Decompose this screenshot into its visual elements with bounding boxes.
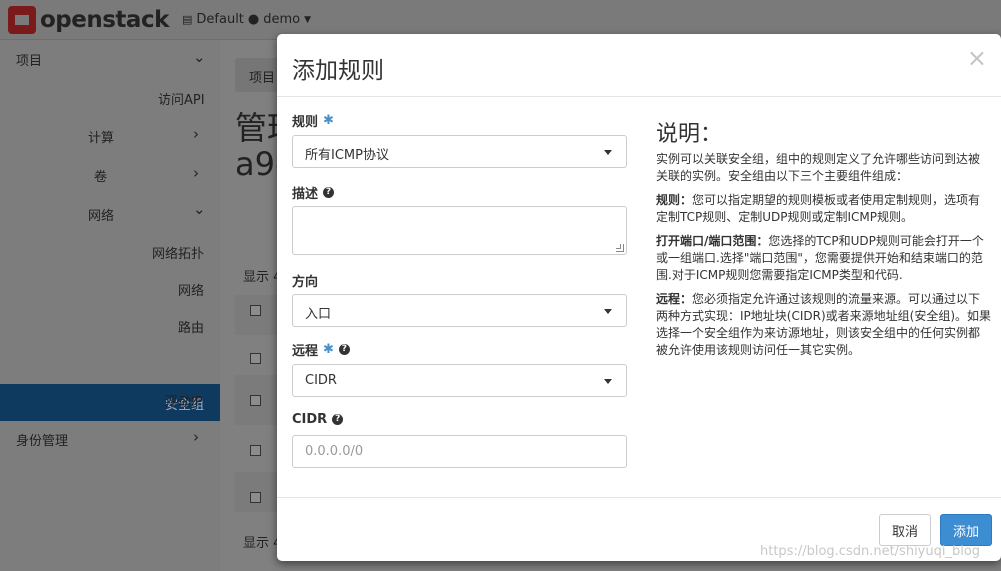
help-remote-text: 您必须指定允许通过该规则的流量来源。可以通过以下两种方式实现：IP地址块(CID… — [656, 292, 992, 357]
watermark-text: https://blog.csdn.net/shiyuqi_blog — [760, 544, 981, 559]
project-name: demo — [263, 12, 301, 27]
row-checkbox[interactable] — [250, 395, 261, 406]
table-count-top: 显示 4 — [243, 270, 282, 285]
add-rule-modal: 添加规则 × 规则 ✱ 所有ICMP协议 描述 ? 方向 入口 远程 ✱ ? C… — [277, 34, 1001, 561]
sidebar-item-compute[interactable]: 计算 — [88, 127, 114, 146]
sidebar-item-networks[interactable]: 网络 — [178, 280, 204, 299]
caret-down-icon: ▼ — [304, 14, 312, 25]
direction-select-value: 入口 — [305, 307, 332, 322]
description-label-text: 描述 — [292, 187, 319, 202]
direction-field-label: 方向 — [292, 271, 318, 290]
dropdown-arrow-icon — [604, 309, 612, 314]
help-remote-paragraph: 远程：您必须指定允许通过该规则的流量来源。可以通过以下两种方式实现：IP地址块(… — [656, 291, 991, 359]
remote-field-label: 远程 ✱ ? — [292, 340, 350, 359]
sidebar-item-volumes[interactable]: 卷 — [94, 166, 107, 185]
dropdown-arrow-icon — [604, 150, 612, 155]
help-port-term: 打开端口/端口范围： — [656, 234, 769, 248]
remote-select[interactable]: CIDR — [292, 364, 627, 397]
help-rule-term: 规则： — [656, 193, 693, 207]
help-heading: 说明： — [656, 122, 723, 147]
description-textarea[interactable] — [292, 206, 627, 255]
cidr-field-label: CIDR ? — [292, 412, 344, 427]
direction-label-text: 方向 — [292, 275, 319, 290]
chevron-down-icon: ⌄ — [193, 48, 206, 66]
openstack-logo[interactable]: openstack — [8, 6, 169, 34]
cidr-label-text: CIDR — [292, 412, 328, 427]
row-checkbox[interactable] — [250, 353, 261, 364]
chevron-right-icon: › — [193, 125, 199, 143]
required-asterisk-icon: ✱ — [323, 342, 334, 357]
required-asterisk-icon: ✱ — [323, 113, 334, 128]
close-icon[interactable]: × — [967, 44, 987, 72]
help-question-icon[interactable]: ? — [323, 187, 335, 198]
select-all-checkbox[interactable] — [250, 305, 261, 316]
direction-select[interactable]: 入口 — [292, 294, 627, 327]
domain-name: Default — [196, 12, 244, 27]
help-rule-text: 您可以指定期望的规则模板或者使用定制规则，选项有定制TCP规则、定制UDP规则或… — [656, 193, 981, 224]
row-checkbox[interactable] — [250, 492, 261, 503]
rule-select-value: 所有ICMP协议 — [305, 148, 389, 163]
add-button[interactable]: 添加 — [940, 514, 992, 546]
sidebar-item-identity[interactable]: 身份管理 — [16, 430, 68, 449]
sidebar-item-routers[interactable]: 路由 — [178, 317, 204, 336]
sidebar-item-network[interactable]: 网络 — [88, 205, 114, 224]
rule-field-label: 规则 ✱ — [292, 111, 334, 130]
help-question-icon[interactable]: ? — [332, 414, 344, 425]
sidebar-item-floating-ips[interactable]: 浮动IP — [165, 391, 203, 410]
help-question-icon[interactable]: ? — [338, 344, 350, 355]
help-remote-term: 远程： — [656, 292, 693, 306]
chevron-down-icon: ⌄ — [193, 200, 206, 218]
cidr-input[interactable] — [292, 435, 627, 468]
row-checkbox[interactable] — [250, 445, 261, 456]
project-dot-icon: ● — [247, 12, 260, 27]
sidebar-item-network-topology[interactable]: 网络拓扑 — [152, 243, 204, 262]
help-rule-paragraph: 规则：您可以指定期望的规则模板或者使用定制规则，选项有定制TCP规则、定制UDP… — [656, 192, 991, 226]
sidebar-item-project[interactable]: 项目 — [16, 50, 42, 69]
chevron-right-icon: › — [193, 164, 199, 182]
remote-label-text: 远程 — [292, 344, 319, 359]
chevron-right-icon: › — [193, 428, 199, 446]
remote-select-value: CIDR — [305, 373, 337, 388]
project-selector[interactable]: ▤ Default ● demo ▼ — [182, 12, 311, 27]
resize-grip-icon[interactable] — [616, 244, 624, 252]
domain-icon: ▤ — [182, 13, 193, 26]
openstack-logo-icon — [8, 6, 36, 34]
rule-select[interactable]: 所有ICMP协议 — [292, 135, 627, 168]
table-count-bottom: 显示 4 — [243, 536, 282, 551]
modal-title: 添加规则 — [292, 58, 384, 84]
sidebar: 项目 ⌄ 访问API 计算 › 卷 › 网络 ⌄ 网络拓扑 网络 路由 安全组 … — [0, 40, 220, 571]
cancel-button[interactable]: 取消 — [879, 514, 931, 546]
logo-text: openstack — [40, 7, 169, 33]
help-panel: 说明： 实例可以关联安全组，组中的规则定义了允许哪些访问到达被关联的实例。安全组… — [656, 122, 991, 366]
modal-header: 添加规则 × — [277, 34, 1001, 97]
help-intro: 实例可以关联安全组，组中的规则定义了允许哪些访问到达被关联的实例。安全组由以下三… — [656, 152, 981, 183]
rule-label-text: 规则 — [292, 115, 319, 130]
sidebar-item-api-access[interactable]: 访问API — [158, 89, 205, 108]
dropdown-arrow-icon — [604, 379, 612, 384]
help-port-paragraph: 打开端口/端口范围：您选择的TCP和UDP规则可能会打开一个或一组端口.选择"端… — [656, 233, 991, 284]
description-field-label: 描述 ? — [292, 183, 335, 202]
